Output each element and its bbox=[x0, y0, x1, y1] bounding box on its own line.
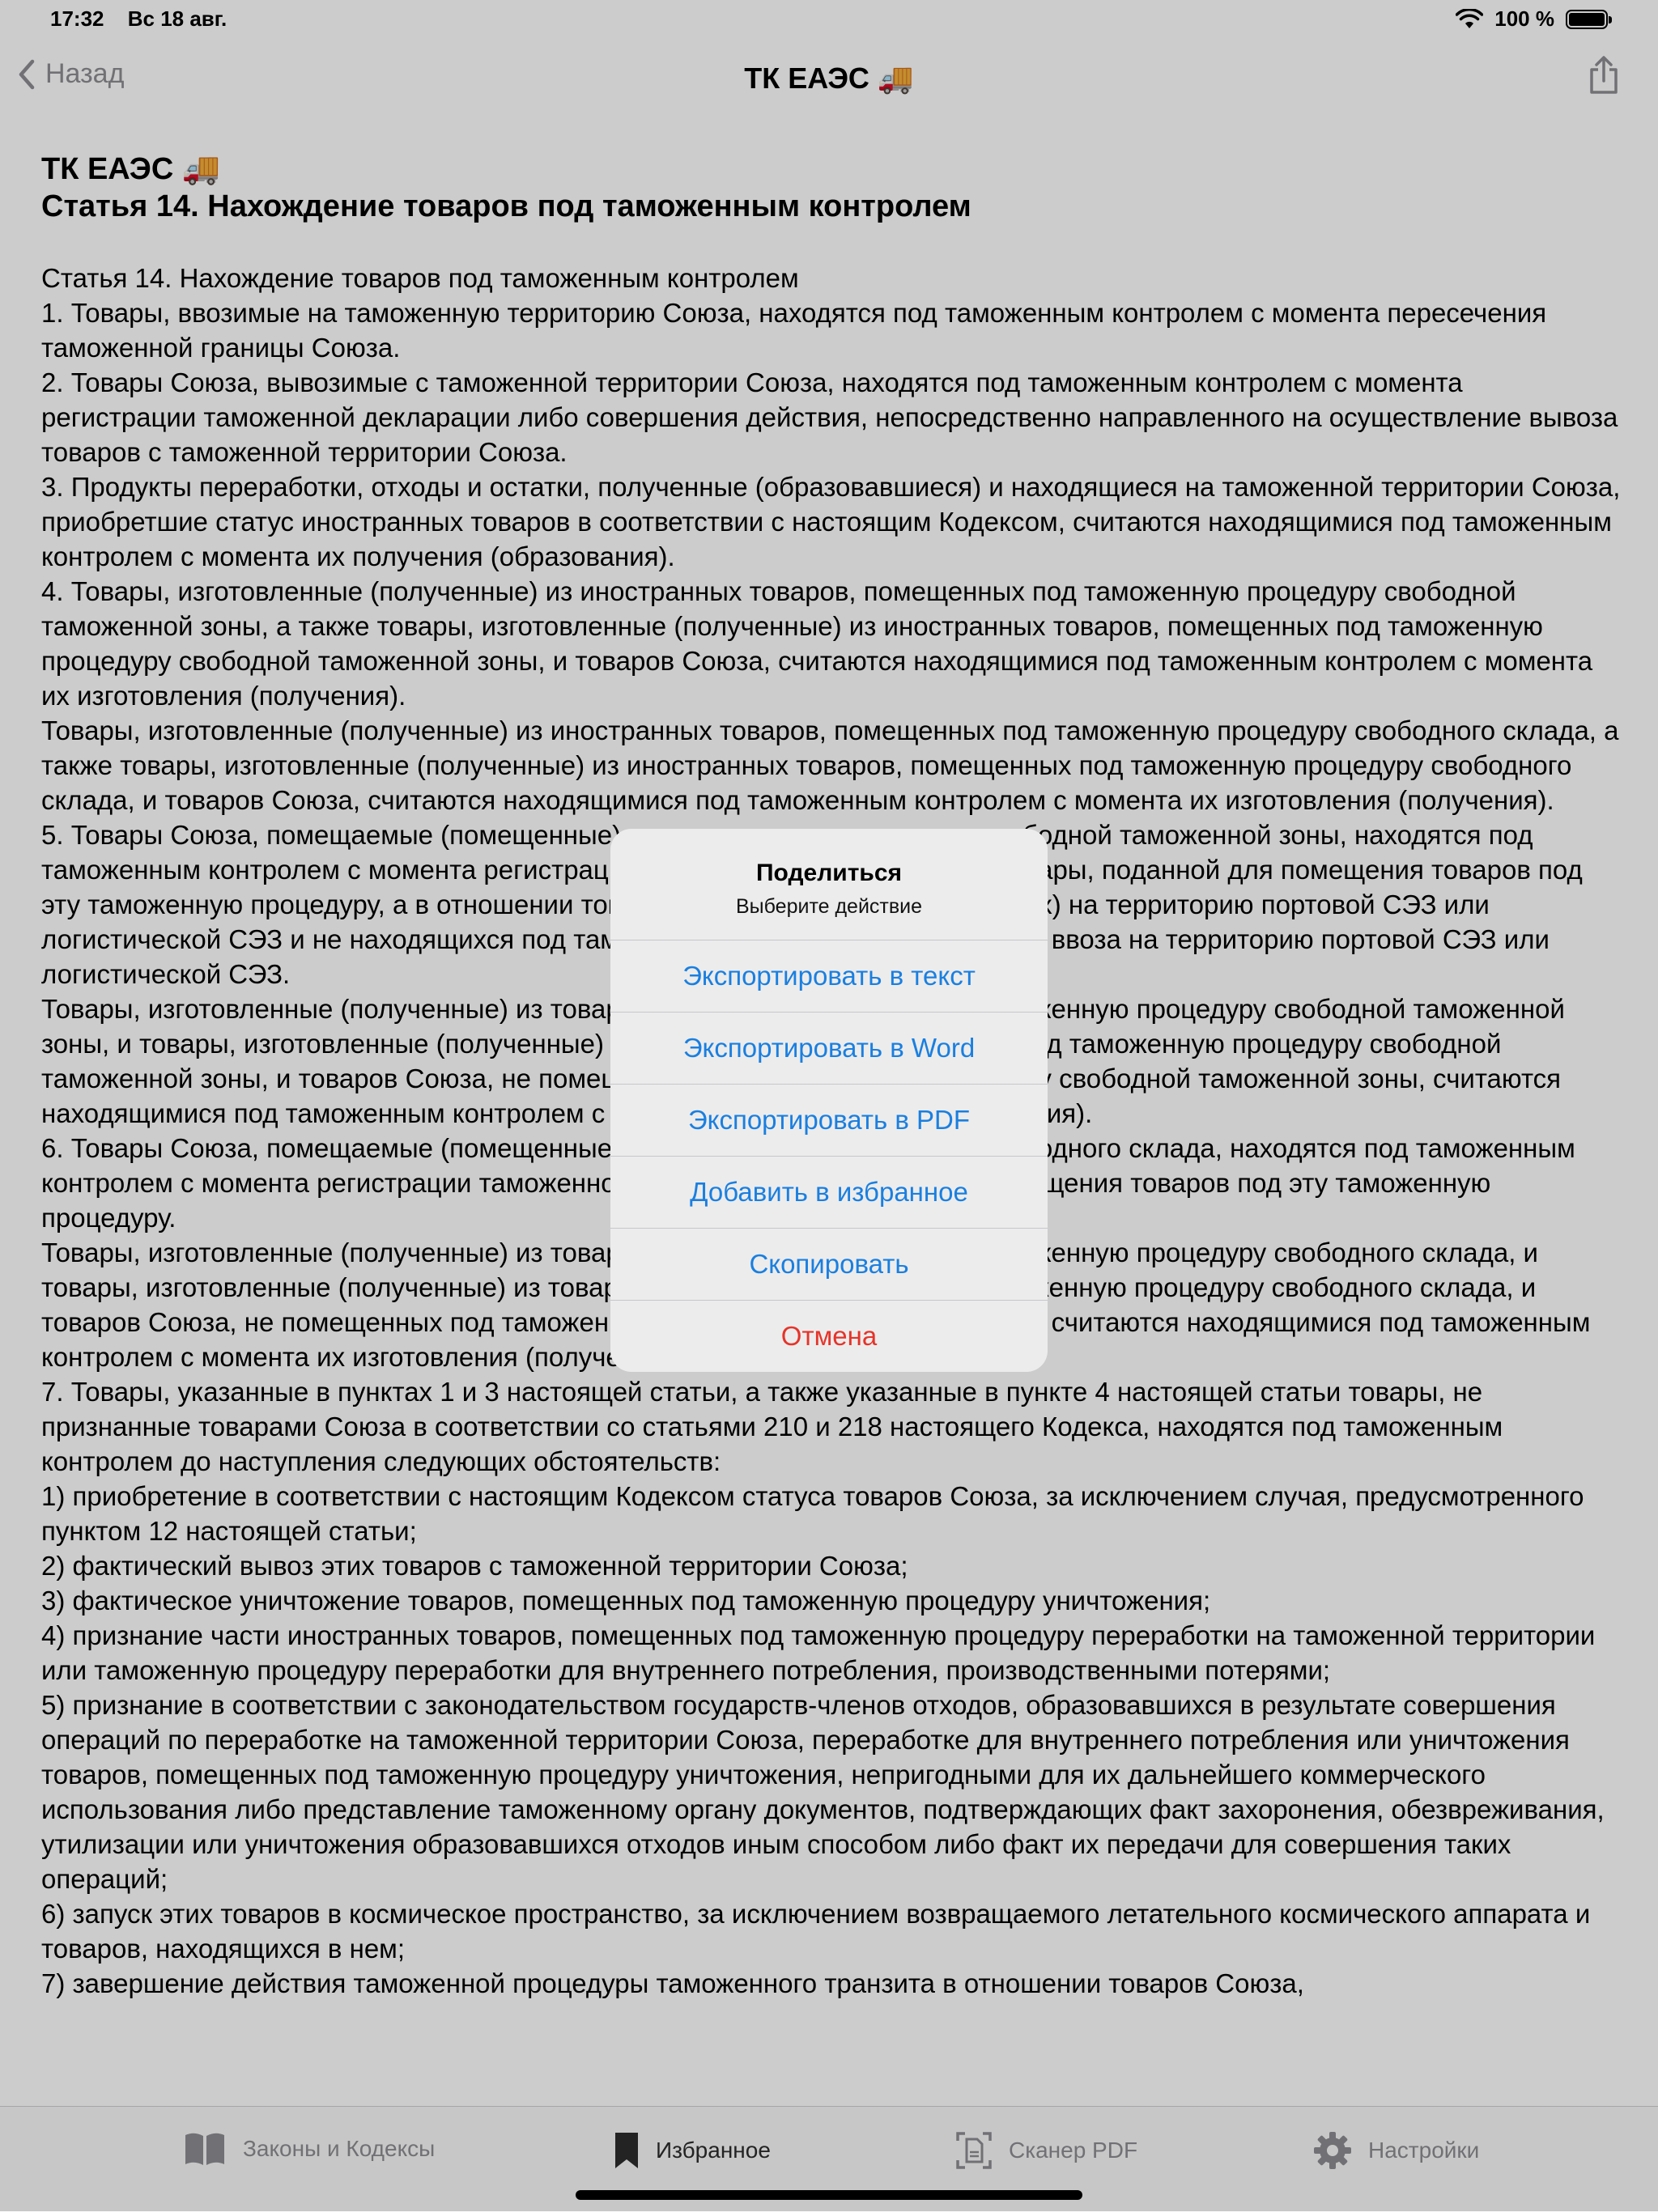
alert-title: Поделиться bbox=[755, 860, 903, 886]
alert-message: Выберите действие bbox=[735, 895, 923, 918]
export-pdf-button[interactable]: Экспортировать в PDF bbox=[610, 1084, 1048, 1156]
copy-button[interactable]: Скопировать bbox=[610, 1228, 1048, 1300]
add-favorite-button[interactable]: Добавить в избранное bbox=[610, 1156, 1048, 1228]
share-alert: Поделиться Выберите действие Экспортиров… bbox=[610, 829, 1048, 1372]
export-word-button[interactable]: Экспортировать в Word bbox=[610, 1012, 1048, 1084]
cancel-button[interactable]: Отмена bbox=[610, 1300, 1048, 1372]
export-text-button[interactable]: Экспортировать в текст bbox=[610, 940, 1048, 1012]
home-indicator[interactable] bbox=[576, 2190, 1082, 2200]
